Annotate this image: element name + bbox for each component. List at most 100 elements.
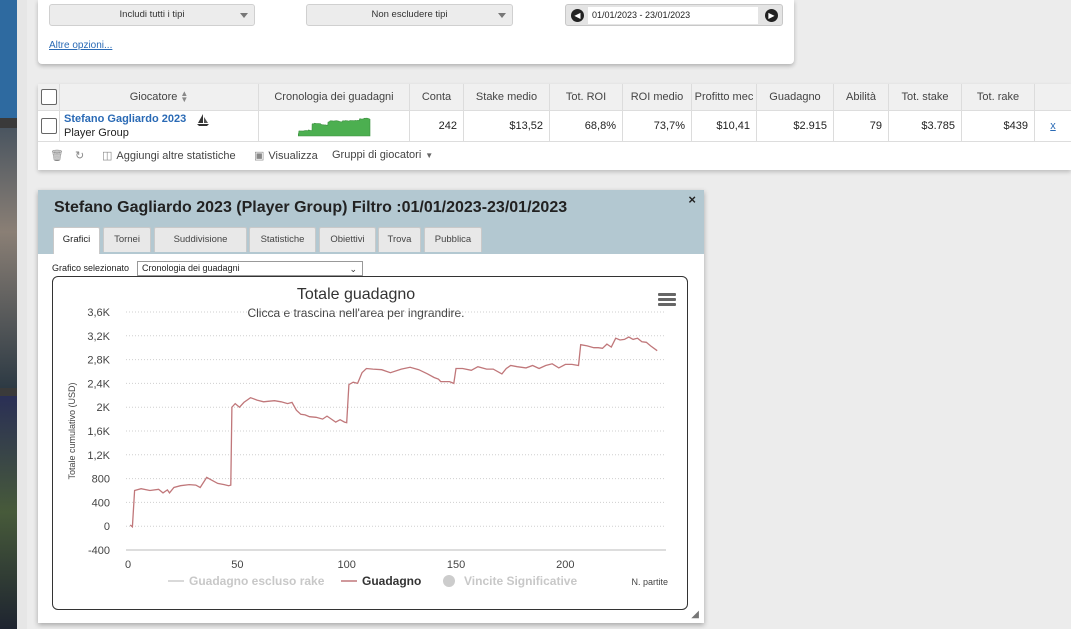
player-group-label: Player Group — [64, 127, 129, 139]
view-button[interactable]: ▣ Visualizza — [254, 149, 318, 163]
select-all-cell — [38, 84, 60, 110]
sort-icon[interactable]: ▲ ▼ — [180, 90, 188, 104]
x-tick-label: 150 — [447, 559, 465, 571]
cell-tot-stake: $3.785 — [889, 111, 962, 141]
player-cell: Stefano Gagliardo 2023 Player Group — [60, 111, 259, 141]
header-roi-medio[interactable]: ROI medio — [623, 84, 692, 110]
header-tot-stake[interactable]: Tot. stake — [889, 84, 962, 110]
chevron-down-icon: ▼ — [425, 150, 434, 160]
sparkline-area — [297, 117, 371, 137]
menu-icon[interactable] — [658, 293, 676, 306]
tab-tornei[interactable]: Tornei — [103, 227, 151, 252]
cell-stake-medio: $13,52 — [464, 111, 550, 141]
add-stats-label: Aggiungi altre statistiche — [116, 149, 236, 162]
y-tick-label: 3,6K — [87, 307, 110, 319]
date-range-input[interactable]: 01/01/2023 - 23/01/2023 — [588, 7, 758, 24]
table-row[interactable]: Stefano Gagliardo 2023 Player Group 242 … — [38, 111, 1071, 142]
header-label: Tot. ROI — [565, 91, 607, 103]
more-options-link[interactable]: Altre opzioni... — [49, 40, 112, 51]
header-label: Profitto mec — [694, 91, 754, 103]
add-stats-button[interactable]: ◫ Aggiungi altre statistiche — [102, 149, 236, 163]
y-tick-label: 1,6K — [87, 426, 110, 438]
background-thumbnail — [0, 0, 17, 118]
header-label: Giocatore — [129, 91, 178, 103]
cell-conta: 242 — [410, 111, 464, 141]
player-name-link[interactable]: Stefano Gagliardo 2023 — [64, 112, 186, 126]
x-tick-label: 50 — [231, 559, 243, 571]
refresh-button[interactable]: ↻ — [75, 149, 84, 162]
player-groups-dropdown[interactable]: Gruppi di giocatori ▼ — [332, 149, 433, 161]
window-header[interactable]: Stefano Gagliardo 2023 (Player Group) Fi… — [38, 190, 704, 254]
player-groups-label: Gruppi di giocatori — [332, 149, 422, 161]
legend-item[interactable]: Guadagno escluso rake — [189, 574, 325, 588]
y-tick-label: 2K — [97, 402, 111, 414]
header-cronologia[interactable]: Cronologia dei guadagni — [259, 84, 410, 110]
delete-button[interactable]: 🗑 — [50, 149, 64, 162]
header-label: Tot. rake — [976, 91, 1020, 103]
cell-abilita: 79 — [834, 111, 889, 141]
series-line-guadagno — [129, 336, 658, 529]
header-giocatore[interactable]: Giocatore ▲ ▼ — [60, 84, 259, 110]
header-label: Conta — [421, 91, 452, 103]
earnings-sparkline[interactable] — [294, 114, 374, 138]
y-tick-label: 2,8K — [87, 355, 110, 367]
window-title: Stefano Gagliardo 2023 (Player Group) Fi… — [54, 199, 568, 216]
header-stake-medio[interactable]: Stake medio — [464, 84, 550, 110]
image-icon: ▣ — [254, 150, 265, 162]
y-axis-label: Totale cumulativo (USD) — [67, 382, 77, 479]
tab-statistiche[interactable]: Statistiche — [249, 227, 316, 252]
y-tick-label: 2,4K — [87, 378, 110, 390]
menu-icon-bar — [658, 298, 676, 301]
legend-item[interactable]: Guadagno — [362, 574, 421, 588]
cell-roi-medio: 73,7% — [623, 111, 692, 141]
cell-tot-rake: $439 — [962, 111, 1035, 141]
y-tick-label: 800 — [92, 474, 110, 486]
x-tick-label: 0 — [125, 559, 131, 571]
legend-swatch — [443, 575, 455, 587]
page-gutter — [17, 0, 27, 629]
header-conta[interactable]: Conta — [410, 84, 464, 110]
refresh-icon: ↻ — [75, 150, 85, 162]
x-tick-label: 100 — [337, 559, 355, 571]
menu-icon-bar — [658, 303, 676, 306]
background-thumbnail — [0, 128, 17, 388]
tab-suddivisione[interactable]: Suddivisione — [154, 227, 247, 252]
header-abilita[interactable]: Abilità — [834, 84, 889, 110]
select-all-checkbox[interactable] — [40, 89, 57, 105]
x-axis-label: N. partite — [631, 577, 668, 587]
exclude-types-select[interactable]: Non escludere tipi — [306, 4, 513, 26]
chevron-down-icon — [240, 13, 248, 18]
date-range-picker: ◀ 01/01/2023 - 23/01/2023 ▶ — [565, 4, 783, 26]
include-types-select[interactable]: Includi tutti i tipi — [49, 4, 255, 26]
header-tot-roi[interactable]: Tot. ROI — [550, 84, 623, 110]
remove-row-link[interactable]: x — [1050, 120, 1056, 132]
stats-table: Giocatore ▲ ▼ Cronologia dei guadagni Con… — [38, 84, 1071, 170]
header-profitto-medio[interactable]: Profitto mec — [692, 84, 757, 110]
close-icon[interactable]: × — [688, 192, 696, 207]
chevron-down-icon: ⌄ — [349, 264, 357, 274]
tab-pubblica[interactable]: Pubblica — [424, 227, 482, 252]
chart-subtitle: Clicca e trascina nell'area per ingrandi… — [247, 306, 464, 320]
earnings-chart[interactable]: Totale guadagno Clicca e trascina nell'ar… — [53, 277, 687, 609]
view-label: Visualizza — [268, 149, 318, 162]
header-tot-rake[interactable]: Tot. rake — [962, 84, 1035, 110]
prev-date-button[interactable]: ◀ — [571, 9, 584, 22]
chart-legend: Guadagno escluso rake Guadagno Vincite Sig… — [168, 574, 577, 588]
tab-obiettivi[interactable]: Obiettivi — [319, 227, 376, 252]
y-tick-label: -400 — [88, 545, 110, 557]
tab-trova[interactable]: Trova — [378, 227, 421, 252]
player-chart-window: Stefano Gagliardo 2023 (Player Group) Fi… — [38, 190, 704, 623]
header-label: Cronologia dei guadagni — [274, 91, 394, 103]
table-header: Giocatore ▲ ▼ Cronologia dei guadagni Con… — [38, 84, 1071, 111]
tab-grafici[interactable]: Grafici — [53, 227, 100, 254]
row-checkbox[interactable] — [40, 118, 57, 134]
graph-select-label: Grafico selezionato — [52, 263, 130, 273]
filter-panel: Includi tutti i tipi Non escludere tipi … — [38, 0, 794, 64]
graph-select[interactable]: Cronologia dei guadagni ⌄ — [137, 261, 363, 276]
legend-item[interactable]: Vincite Significative — [464, 574, 577, 588]
cell-profitto-medio: $10,41 — [692, 111, 757, 141]
next-date-button[interactable]: ▶ — [765, 9, 778, 22]
resize-handle-icon[interactable]: ◢ — [691, 609, 699, 620]
header-label: ROI medio — [630, 91, 684, 103]
header-guadagno[interactable]: Guadagno — [757, 84, 834, 110]
